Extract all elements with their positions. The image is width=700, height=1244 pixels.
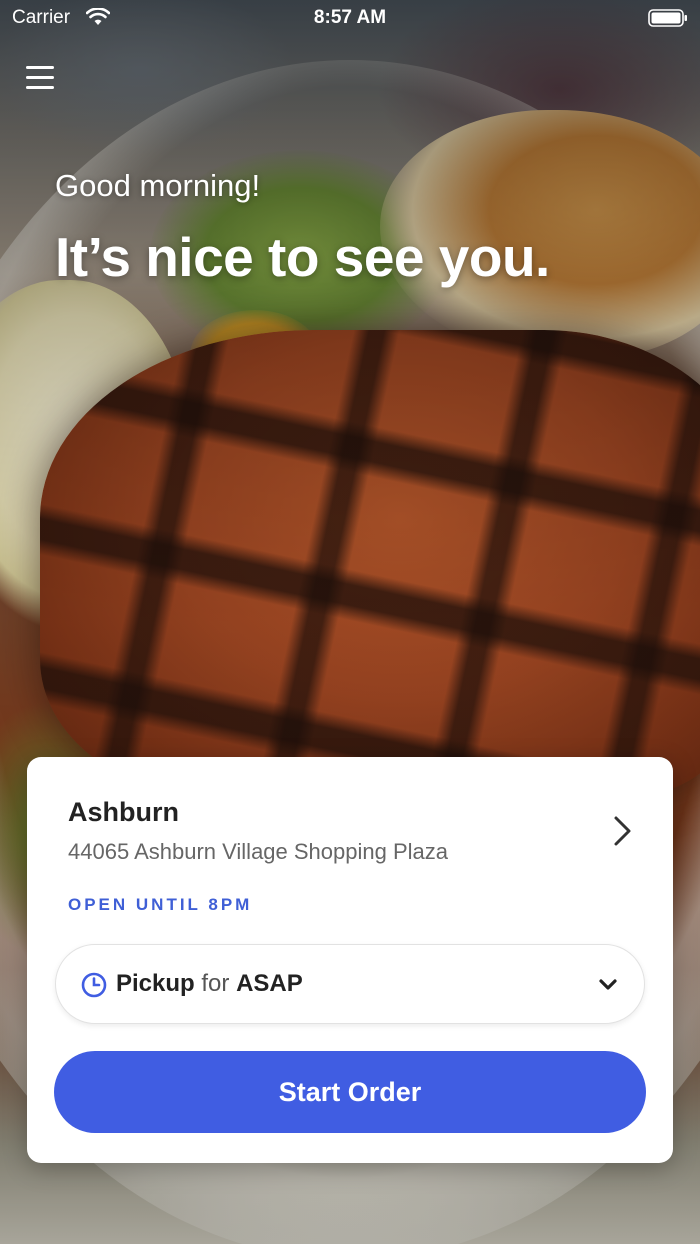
order-mode-time: ASAP (236, 970, 303, 997)
location-name: Ashburn (68, 797, 179, 827)
chevron-right-icon[interactable] (613, 815, 633, 847)
location-card: Ashburn 44065 Ashburn Village Shopping P… (27, 757, 673, 1163)
chevron-down-icon (599, 979, 617, 990)
order-mode-selector[interactable]: Pickup for ASAP (55, 944, 645, 1024)
order-mode-type: Pickup (116, 970, 195, 997)
battery-icon (648, 9, 687, 27)
order-mode-connector: for (201, 970, 230, 997)
location-row[interactable]: Ashburn 44065 Ashburn Village Shopping P… (27, 757, 673, 877)
greeting-text: Good morning! (55, 168, 261, 203)
hours-status: OPEN UNTIL 8PM (68, 895, 253, 914)
status-bar: Carrier 8:57 AM (0, 0, 700, 40)
hamburger-menu-icon[interactable] (26, 66, 56, 92)
order-mode-text: Pickup for ASAP (116, 970, 303, 998)
clock-icon (81, 972, 107, 998)
start-order-button[interactable]: Start Order (54, 1051, 646, 1133)
clock-time: 8:57 AM (313, 7, 387, 28)
location-address: 44065 Ashburn Village Shopping Plaza (68, 839, 449, 864)
headline-text: It’s nice to see you. (55, 226, 550, 288)
